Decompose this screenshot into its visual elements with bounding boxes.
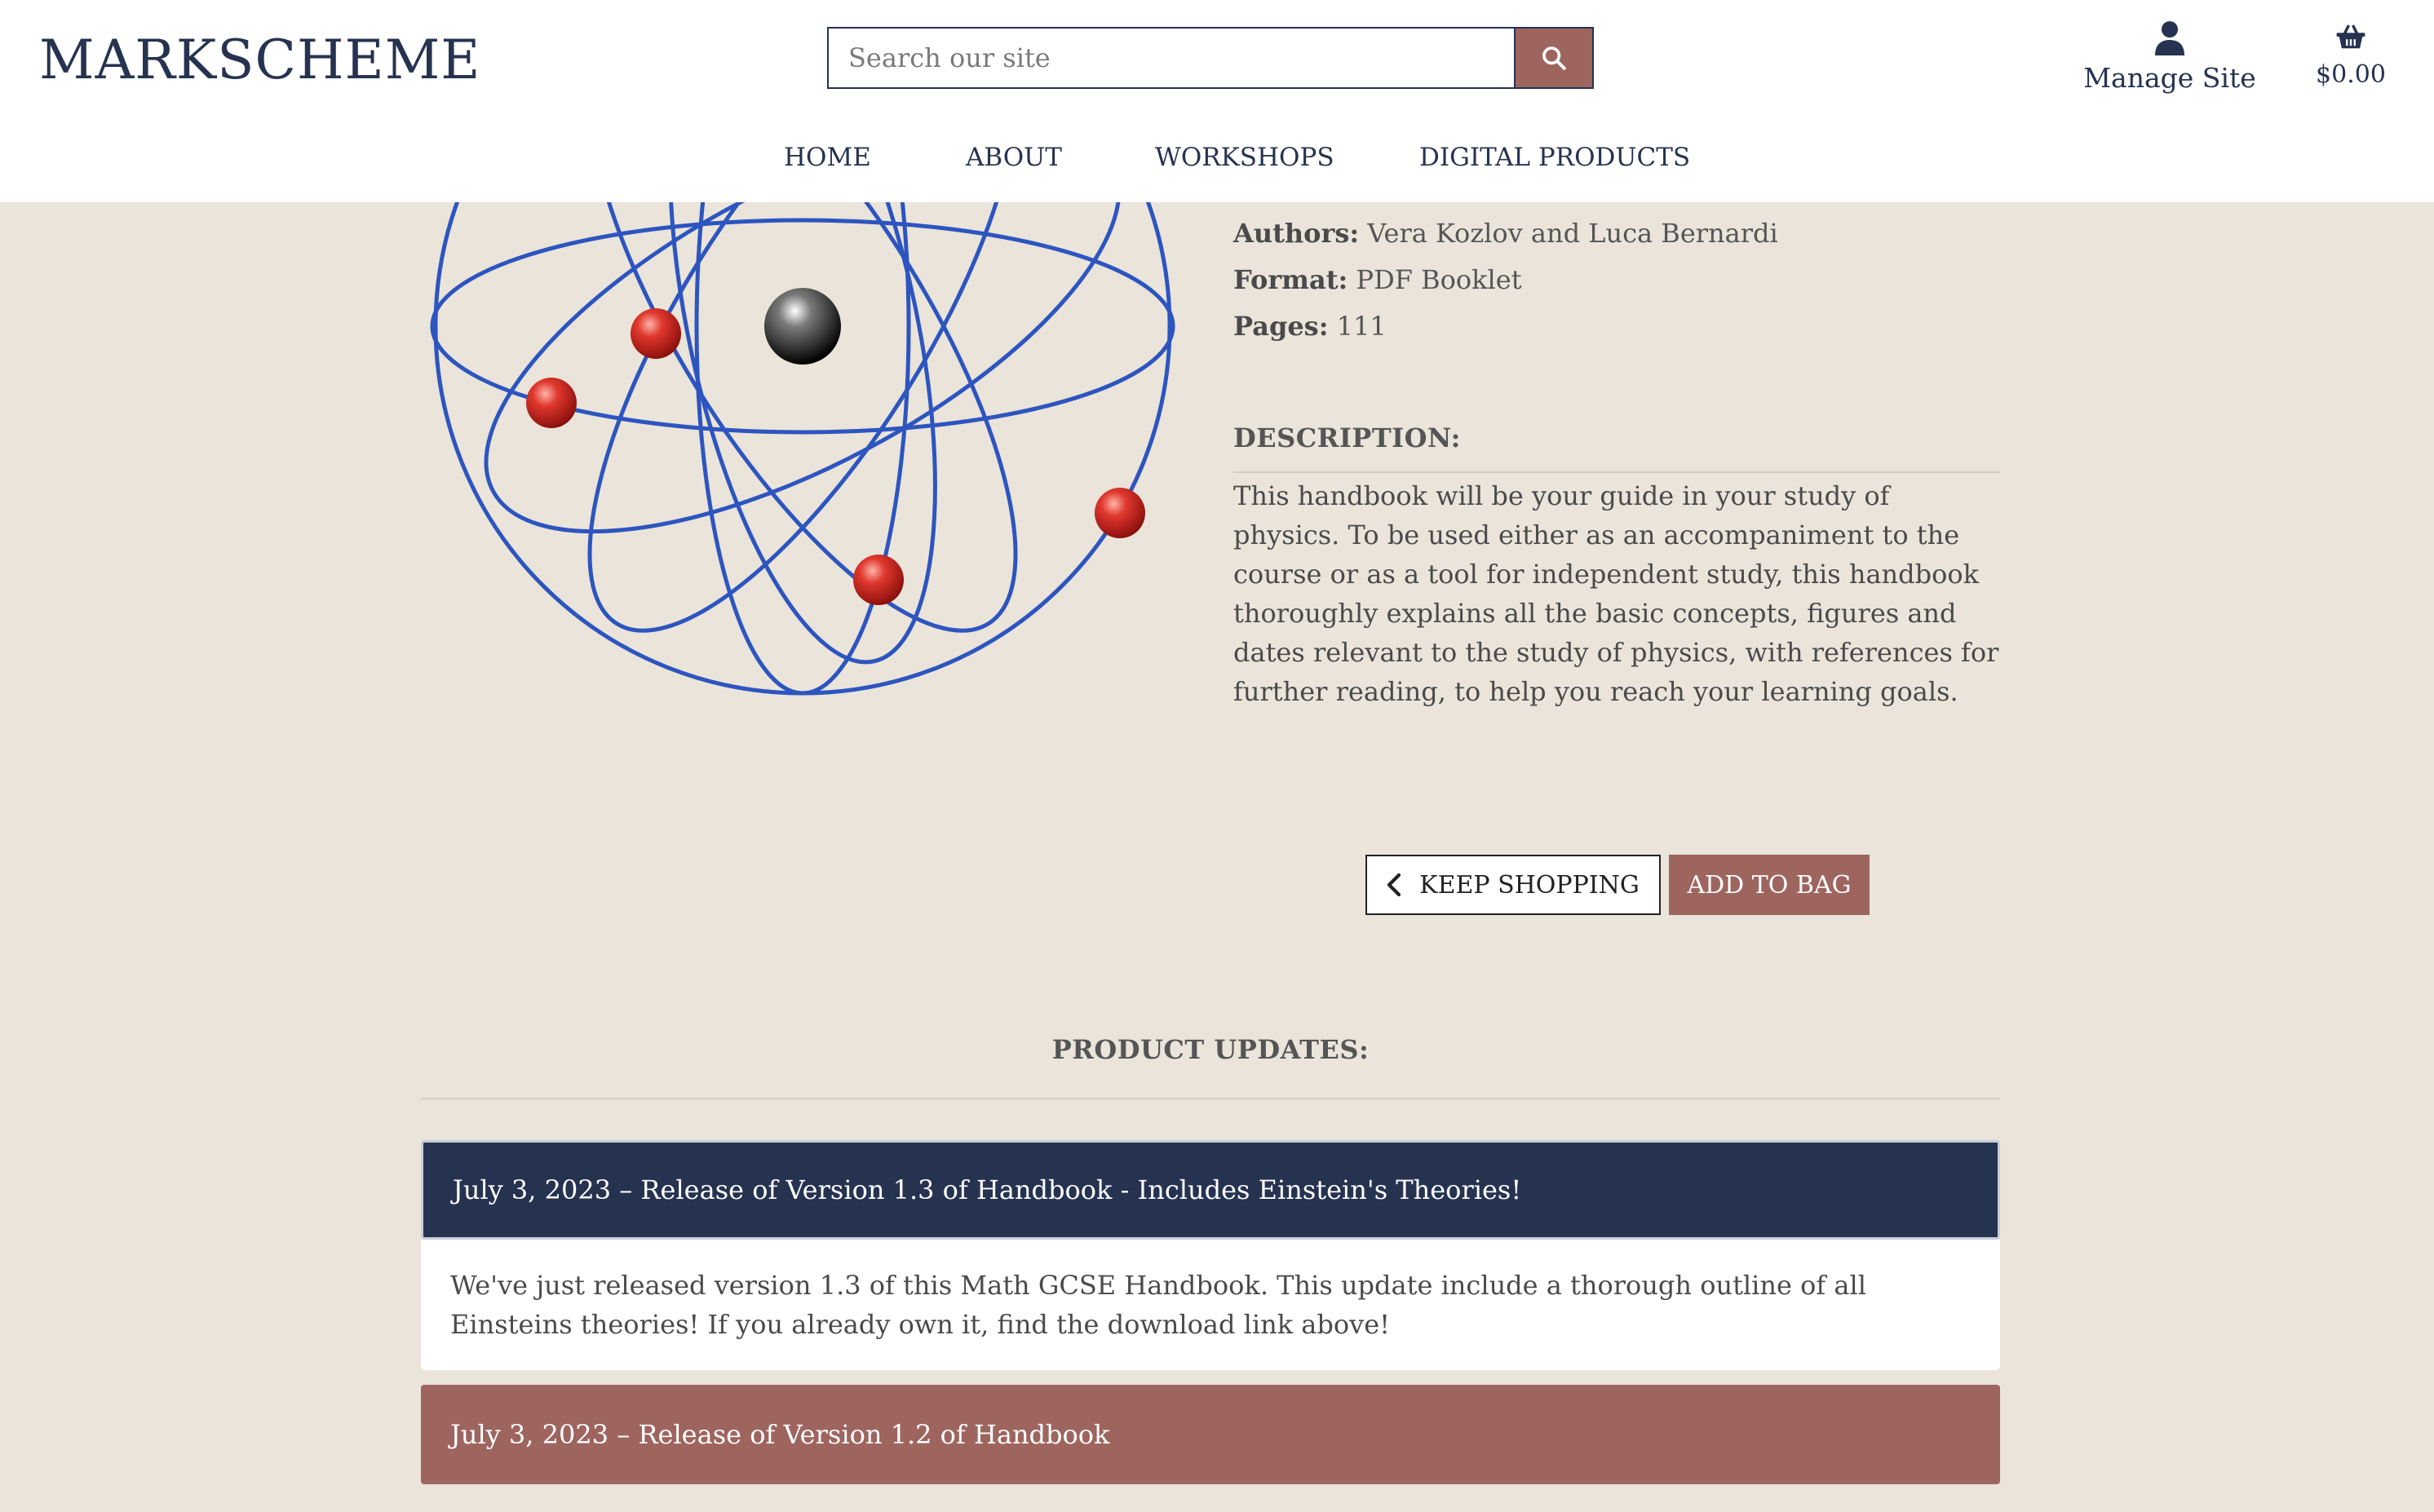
format-value: PDF Booklet [1356,264,1522,295]
add-to-bag-button[interactable]: ADD TO BAG [1669,855,1870,915]
user-icon [2155,21,2184,55]
authors-value: Vera Kozlov and Luca Bernardi [1367,218,1778,249]
updates-divider [421,1098,2000,1099]
pages-line: Pages: 111 [1233,303,2000,350]
authors-label: Authors: [1233,218,1360,249]
basket-icon [2336,24,2365,49]
format-line: Format: PDF Booklet [1233,257,2000,303]
update-accordion-header-2[interactable]: July 3, 2023 – Release of Version 1.2 of… [421,1385,2000,1484]
update-title: July 3, 2023 – Release of Version 1.3 of… [453,1174,1522,1205]
update-accordion-body-1: We've just released version 1.3 of this … [421,1240,2000,1370]
keep-shopping-label: KEEP SHOPPING [1419,870,1640,900]
manage-site-label: Manage Site [2083,62,2256,94]
nav-digital-products[interactable]: DIGITAL PRODUCTS [1419,140,1690,175]
format-label: Format: [1233,264,1348,295]
keep-shopping-button[interactable]: KEEP SHOPPING [1365,855,1661,915]
bag-total: $0.00 [2316,60,2386,89]
update-body-text: We've just released version 1.3 of this … [450,1270,1866,1340]
authors-line: Authors: Vera Kozlov and Luca Bernardi [1233,210,2000,257]
nav-workshops[interactable]: WORKSHOPS [1155,140,1334,175]
nav-about[interactable]: ABOUT [966,140,1062,175]
chevron-left-icon [1387,873,1401,897]
shopping-bag-link[interactable]: $0.00 [2302,23,2400,89]
search-form [827,27,1594,89]
pages-label: Pages: [1233,311,1329,342]
pages-value: 111 [1336,311,1387,342]
product-image [430,122,1175,696]
manage-site-link[interactable]: Manage Site [2072,20,2268,94]
update-accordion-header-1[interactable]: July 3, 2023 – Release of Version 1.3 of… [421,1140,2000,1240]
nav-home[interactable]: HOME [784,140,871,175]
description-divider [1233,471,2000,473]
search-icon [1542,46,1566,70]
product-details: Authors: Vera Kozlov and Luca Bernardi F… [1233,201,2000,350]
description-text: This handbook will be your guide in your… [1233,480,1999,707]
site-header: MARKSCHEME Manage Site $0.00 HOME AB [0,0,2434,202]
description-heading: DESCRIPTION: [1233,422,1461,453]
product-updates-heading: PRODUCT UPDATES: [1051,1034,1370,1065]
search-button[interactable] [1514,29,1592,87]
main-nav: HOME ABOUT WORKSHOPS DIGITAL PRODUCTS [0,140,2434,175]
search-input[interactable] [829,29,1514,87]
update-title: July 3, 2023 – Release of Version 1.2 of… [450,1419,1110,1450]
site-logo[interactable]: MARKSCHEME [39,28,480,93]
